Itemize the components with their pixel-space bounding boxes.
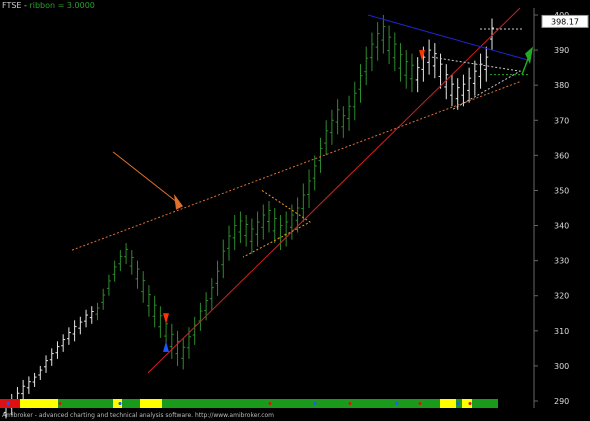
ribbon-dot bbox=[395, 402, 399, 405]
ribbon-dot bbox=[118, 402, 122, 405]
chart-window: 290300310320330340350360370380390400398.… bbox=[0, 0, 590, 421]
ribbon-segment bbox=[58, 399, 113, 408]
y-tick-label: 320 bbox=[554, 292, 569, 301]
ribbon-segment bbox=[440, 399, 456, 408]
y-tick-label: 390 bbox=[554, 46, 569, 55]
y-tick-label: 290 bbox=[554, 397, 569, 406]
ribbon-dot bbox=[268, 402, 272, 405]
y-tick-label: 330 bbox=[554, 257, 569, 266]
sell-signal-arrow-2 bbox=[419, 50, 425, 61]
ribbon-dot bbox=[348, 402, 352, 405]
chart-header: FTSE - ribbon = 3.0000 bbox=[2, 1, 95, 10]
ribbon-dot bbox=[58, 402, 62, 405]
ribbon-segment bbox=[140, 399, 162, 408]
y-tick-label: 350 bbox=[554, 186, 569, 195]
triangle-pattern-2 bbox=[431, 56, 522, 111]
dotted-trend-line bbox=[71, 81, 521, 251]
ribbon-dot bbox=[456, 402, 460, 405]
y-tick-label: 340 bbox=[554, 222, 569, 231]
price-chart: 290300310320330340350360370380390400398.… bbox=[0, 7, 589, 419]
ribbon-dot bbox=[313, 402, 317, 405]
buy-signal-arrow bbox=[163, 341, 169, 352]
ribbon-dot bbox=[468, 402, 472, 405]
ribbon-dot bbox=[6, 402, 10, 405]
y-tick-label: 370 bbox=[554, 116, 569, 125]
orange-arrow-head bbox=[174, 193, 183, 210]
ribbon-segment bbox=[122, 399, 140, 408]
ribbon-segment bbox=[20, 399, 58, 408]
sell-signal-arrow bbox=[163, 313, 169, 324]
footer-credit: Amibroker - advanced charting and techni… bbox=[2, 412, 275, 419]
ribbon-segment bbox=[472, 399, 498, 408]
indicator-label: ribbon = 3.0000 bbox=[29, 1, 95, 10]
y-tick-label: 360 bbox=[554, 151, 569, 160]
symbol-label: FTSE bbox=[2, 1, 22, 10]
ribbon-dot bbox=[418, 402, 422, 405]
orange-arrow-shaft bbox=[112, 151, 181, 205]
price-marker-label: 398.17 bbox=[551, 17, 579, 26]
y-tick-label: 310 bbox=[554, 327, 569, 336]
ribbon-segment bbox=[0, 399, 20, 408]
y-tick-label: 380 bbox=[554, 81, 569, 90]
y-tick-label: 300 bbox=[554, 362, 569, 371]
